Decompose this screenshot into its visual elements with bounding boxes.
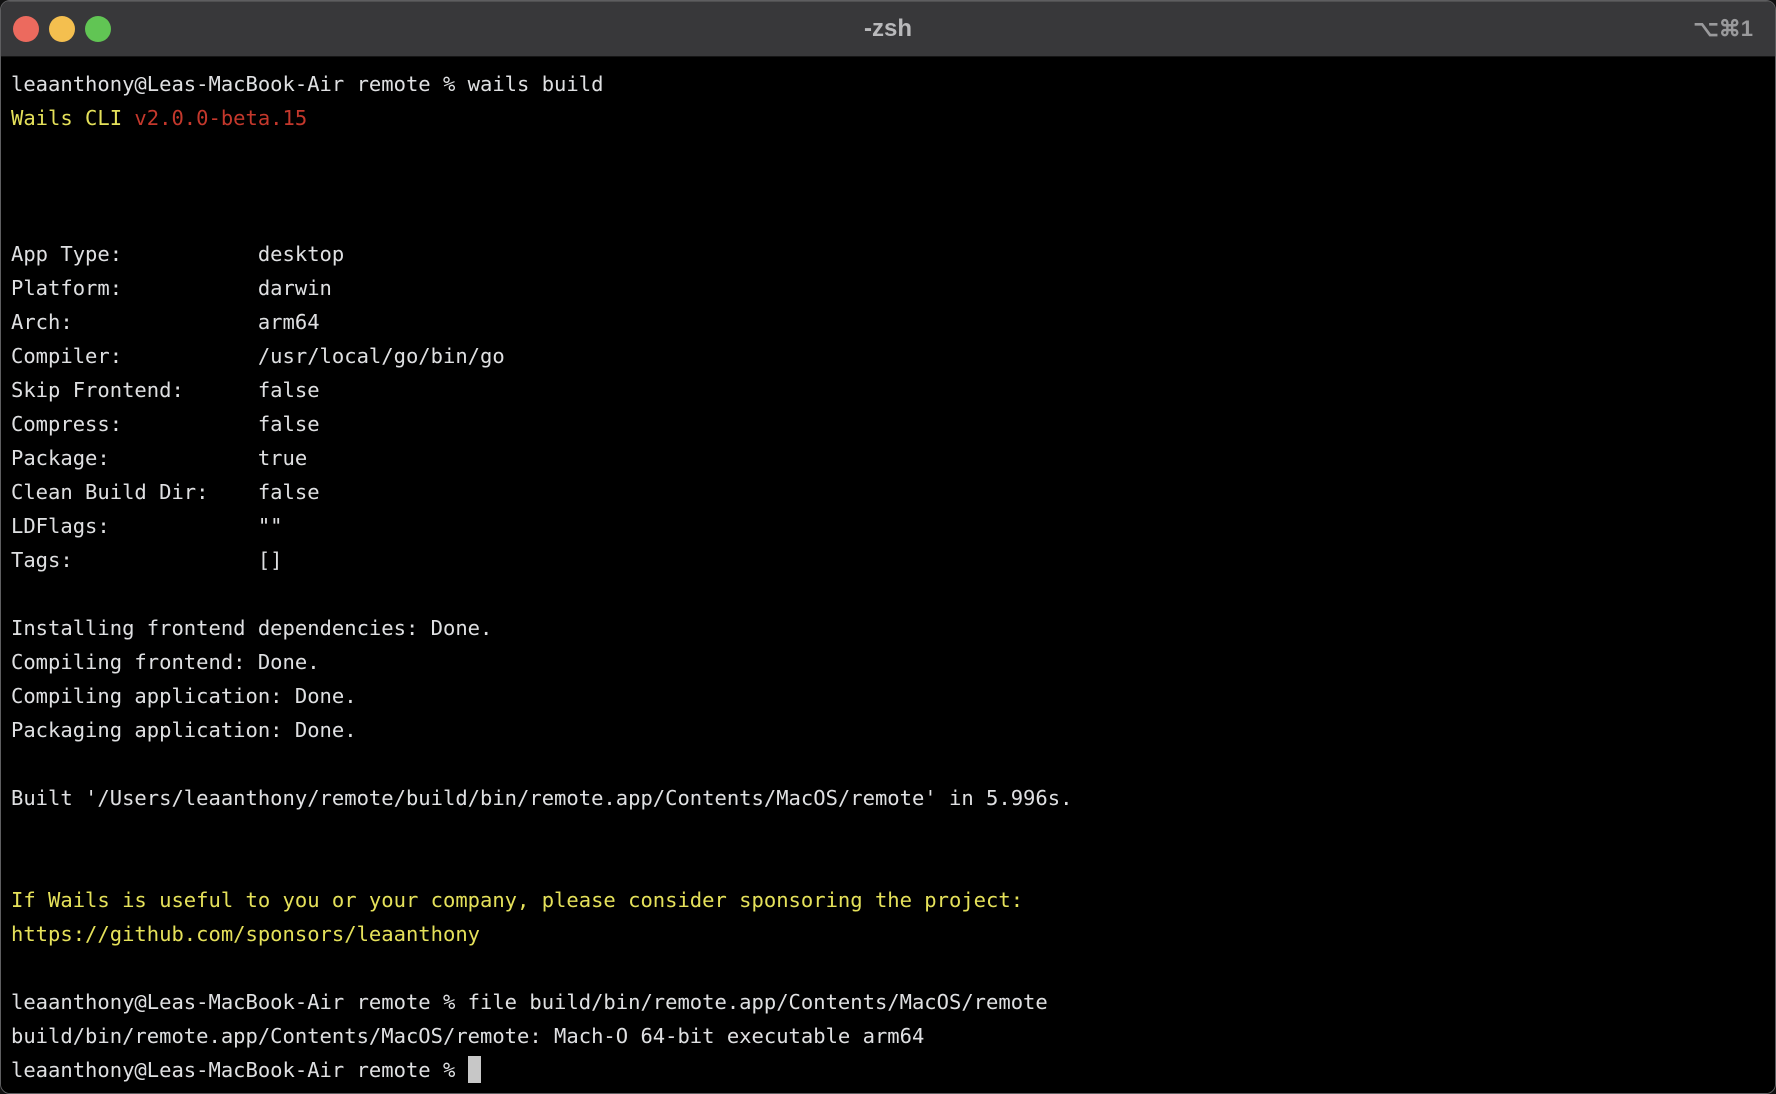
titlebar[interactable]: -zsh ⌥⌘1 xyxy=(1,1,1775,57)
terminal-text-segment: Skip Frontend: xyxy=(11,378,258,402)
terminal-line xyxy=(11,577,1765,611)
window-title: -zsh xyxy=(1,15,1775,43)
zoom-button[interactable] xyxy=(85,16,111,42)
terminal-line: If Wails is useful to you or your compan… xyxy=(11,883,1765,917)
terminal-text-segment: Built '/Users/leaanthony/remote/build/bi… xyxy=(11,786,1072,810)
terminal-text-segment: Packaging application: Done. xyxy=(11,718,357,742)
terminal-text-segment: LDFlags: xyxy=(11,514,258,538)
build-setting-line: Clean Build Dir: false xyxy=(11,475,1765,509)
terminal-text-segment: darwin xyxy=(258,276,332,300)
terminal-text-segment: Installing frontend dependencies: Done. xyxy=(11,616,492,640)
terminal-text-segment: https://github.com/sponsors/leaanthony xyxy=(11,922,480,946)
terminal-text-segment: Compiling frontend: Done. xyxy=(11,650,320,674)
terminal-text-segment: leaanthony@Leas-MacBook-Air remote % xyxy=(11,1058,468,1082)
terminal-line: leaanthony@Leas-MacBook-Air remote % fil… xyxy=(11,985,1765,1019)
terminal-text-segment: Compress: xyxy=(11,412,258,436)
terminal-line xyxy=(11,951,1765,985)
terminal-line: build/bin/remote.app/Contents/MacOS/remo… xyxy=(11,1019,1765,1053)
terminal-line: Compiling frontend: Done. xyxy=(11,645,1765,679)
terminal-text-segment: Tags: xyxy=(11,548,258,572)
terminal-line: https://github.com/sponsors/leaanthony xyxy=(11,917,1765,951)
build-setting-line: Package: true xyxy=(11,441,1765,475)
tab-shortcut-label: ⌥⌘1 xyxy=(1693,16,1753,42)
terminal-line xyxy=(11,135,1765,169)
terminal-text-segment: Compiler: xyxy=(11,344,258,368)
text-cursor xyxy=(468,1056,481,1083)
terminal-text-segment: Package: xyxy=(11,446,258,470)
build-setting-line: Compiler: /usr/local/go/bin/go xyxy=(11,339,1765,373)
build-setting-line: Skip Frontend: false xyxy=(11,373,1765,407)
terminal-text-segment: /usr/local/go/bin/go xyxy=(258,344,505,368)
build-setting-line: LDFlags: "" xyxy=(11,509,1765,543)
terminal-text-segment: desktop xyxy=(258,242,344,266)
window-controls xyxy=(13,16,111,42)
terminal-line: Built '/Users/leaanthony/remote/build/bi… xyxy=(11,781,1765,815)
terminal-text-segment: Compiling application: Done. xyxy=(11,684,357,708)
terminal-line: leaanthony@Leas-MacBook-Air remote % xyxy=(11,1053,1765,1087)
terminal-text-segment: Arch: xyxy=(11,310,258,334)
build-setting-line: Platform: darwin xyxy=(11,271,1765,305)
terminal-text-segment: App Type: xyxy=(11,242,258,266)
terminal-text-segment: If Wails is useful to you or your compan… xyxy=(11,888,1023,912)
terminal-line xyxy=(11,849,1765,883)
terminal-text-segment: false xyxy=(258,412,320,436)
terminal-text-segment: true xyxy=(258,446,307,470)
terminal-text-segment: false xyxy=(258,378,320,402)
terminal-text-segment: leaanthony@Leas-MacBook-Air remote % wai… xyxy=(11,72,603,96)
terminal-text-segment: "" xyxy=(258,514,283,538)
terminal-text-segment: v2.0.0-beta.15 xyxy=(134,106,307,130)
terminal-text-segment: Clean Build Dir: xyxy=(11,480,258,504)
terminal-line xyxy=(11,747,1765,781)
terminal-window: -zsh ⌥⌘1 leaanthony@Leas-MacBook-Air rem… xyxy=(0,0,1776,1094)
terminal-text-segment: [] xyxy=(258,548,283,572)
terminal-text-segment: build/bin/remote.app/Contents/MacOS/remo… xyxy=(11,1024,924,1048)
terminal-line: leaanthony@Leas-MacBook-Air remote % wai… xyxy=(11,67,1765,101)
terminal-text-segment: Wails CLI xyxy=(11,106,134,130)
close-button[interactable] xyxy=(13,16,39,42)
terminal-line: Compiling application: Done. xyxy=(11,679,1765,713)
terminal-line: Wails CLI v2.0.0-beta.15 xyxy=(11,101,1765,135)
terminal-text-segment: Platform: xyxy=(11,276,258,300)
minimize-button[interactable] xyxy=(49,16,75,42)
terminal-line: Packaging application: Done. xyxy=(11,713,1765,747)
build-setting-line: Compress: false xyxy=(11,407,1765,441)
terminal-screen[interactable]: leaanthony@Leas-MacBook-Air remote % wai… xyxy=(1,57,1775,1093)
terminal-text-segment: leaanthony@Leas-MacBook-Air remote % fil… xyxy=(11,990,1048,1014)
terminal-line xyxy=(11,203,1765,237)
terminal-line xyxy=(11,169,1765,203)
build-setting-line: Tags: [] xyxy=(11,543,1765,577)
build-setting-line: Arch: arm64 xyxy=(11,305,1765,339)
terminal-text-segment: arm64 xyxy=(258,310,320,334)
terminal-line xyxy=(11,815,1765,849)
terminal-line: Installing frontend dependencies: Done. xyxy=(11,611,1765,645)
build-setting-line: App Type: desktop xyxy=(11,237,1765,271)
terminal-text-segment: false xyxy=(258,480,320,504)
